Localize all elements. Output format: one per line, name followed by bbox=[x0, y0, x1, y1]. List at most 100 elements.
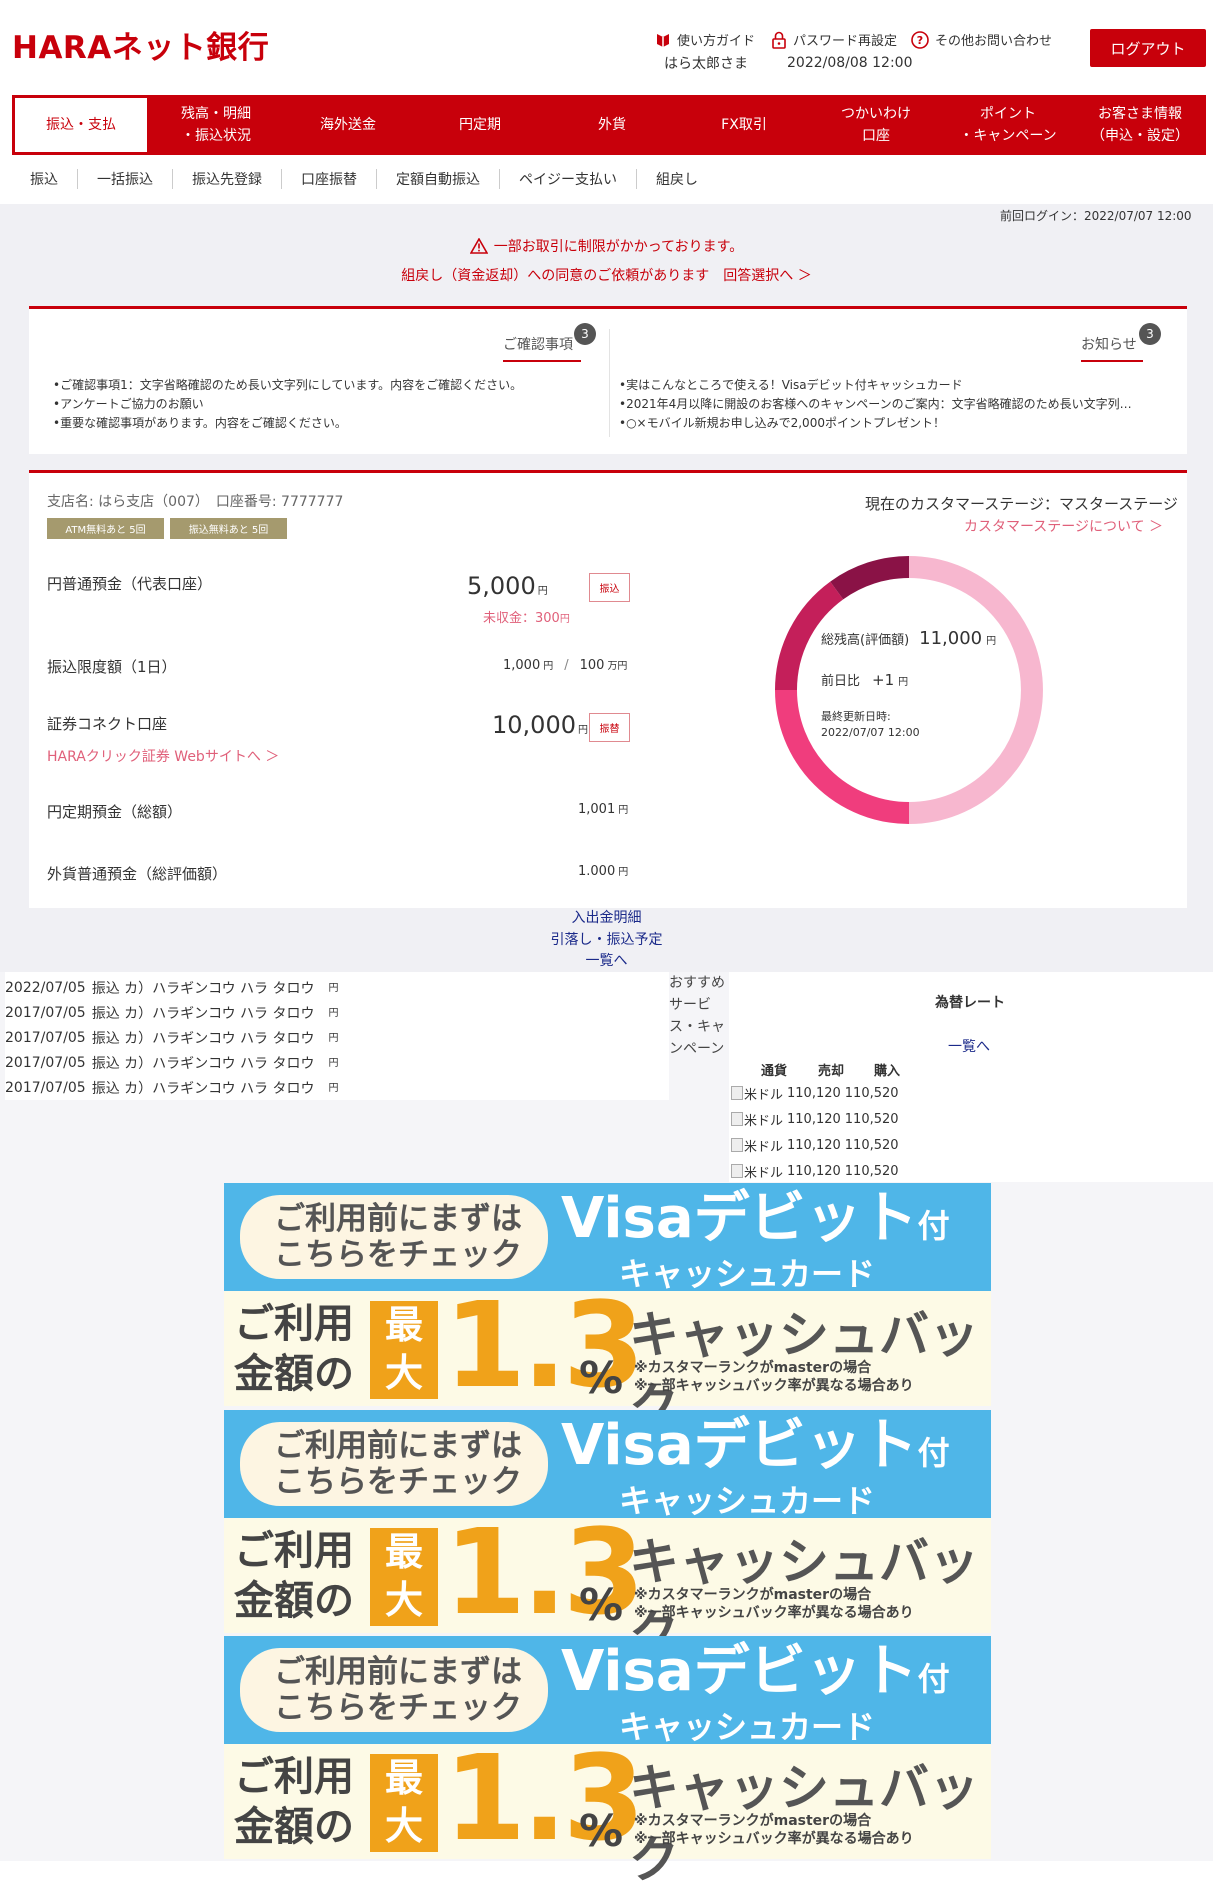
tab-transfer-payment[interactable]: 振込・支払 bbox=[12, 95, 150, 155]
confirm-item[interactable]: •重要な確認事項があります。内容をご確認ください。 bbox=[53, 414, 593, 433]
news-title: お知らせ bbox=[1081, 334, 1143, 362]
news-item[interactable]: •2021年4月以降に開設のお客様へのキャンペーンのご案内：文字省略確認のため長… bbox=[619, 395, 1174, 414]
transaction-row[interactable]: 2017/07/05 振込 カ）ハラギンコウ ハラ タロウ 円 bbox=[5, 1000, 669, 1025]
securities-transfer-button[interactable]: 振替 bbox=[589, 713, 630, 742]
news-item[interactable]: •○×モバイル新規お申し込みで2,000ポイントプレゼント！ bbox=[619, 414, 1174, 433]
tx-unit: 円 bbox=[328, 1008, 339, 1019]
contact-link[interactable]: ? その他お問い合わせ bbox=[911, 30, 1052, 49]
news-tab[interactable]: お知らせ bbox=[1081, 334, 1143, 362]
transaction-row[interactable]: 2017/07/05 振込 カ）ハラギンコウ ハラ タロウ 円 bbox=[5, 1075, 669, 1100]
customer-stage-link[interactable]: カスタマーステージについて ＞ bbox=[964, 516, 1163, 536]
visa-debit-banner[interactable]: ご利用前にまずは こちらをチェック Visaデビット付 キャッシュカード ご利用 金額… bbox=[224, 1410, 991, 1663]
yen-deposit-label: 円普通預金（代表口座） bbox=[47, 575, 213, 593]
fx-currency: 米ドル bbox=[744, 1113, 784, 1129]
banner-percent: % bbox=[579, 1580, 624, 1631]
fx-sell: 110,120 bbox=[787, 1163, 841, 1179]
securities-site-link[interactable]: HARAクリック証券 Webサイトへ ＞ bbox=[47, 746, 279, 766]
fx-title: 為替レート bbox=[935, 995, 1005, 1011]
yen-unit: 円 bbox=[986, 636, 997, 647]
banner-bottom: ご利用 金額の最 大 1.3% キャッシュバック ※カスタマーランクがmasterの場… bbox=[224, 1512, 991, 1663]
banner-check-pill: ご利用前にまずは こちらをチェック bbox=[240, 1422, 548, 1506]
news-item[interactable]: •実はこんなところで使える！Visaデビット付キャッシュカード bbox=[619, 376, 1174, 395]
tab-time-deposit[interactable]: 円定期 bbox=[414, 95, 546, 155]
banner-visa-title: Visaデビット付 bbox=[561, 1416, 950, 1483]
visa-debit-banner[interactable]: ご利用前にまずは こちらをチェック Visaデビット付 キャッシュカード ご利用 金額… bbox=[224, 1183, 991, 1436]
banner-bottom: ご利用 金額の最 大 1.3% キャッシュバック ※カスタマーランクがmasterの場… bbox=[224, 1285, 991, 1436]
transaction-row[interactable]: 2017/07/05 振込 カ）ハラギンコウ ハラ タロウ 円 bbox=[5, 1050, 669, 1075]
tab-overseas-remittance[interactable]: 海外送金 bbox=[282, 95, 414, 155]
fx-col-sell: 売却 bbox=[817, 1064, 844, 1079]
fx-list-link[interactable]: 一覧へ bbox=[948, 1036, 990, 1056]
main-nav: 振込・支払 残高・明細 ・振込状況 海外送金 円定期 外貨 FX取引 つかいわけ… bbox=[12, 95, 1206, 155]
transfer-button[interactable]: 振込 bbox=[589, 573, 630, 602]
flag-image-icon bbox=[731, 1086, 743, 1100]
banner-note-1: ※カスタマーランクがmasterの場合 bbox=[634, 1813, 872, 1829]
question-icon: ? bbox=[911, 30, 929, 49]
fx-buy: 110,520 bbox=[844, 1111, 899, 1127]
donut-updated-value: 2022/07/07 12:00 bbox=[821, 726, 920, 739]
logout-button[interactable]: ログアウト bbox=[1090, 29, 1206, 67]
tab-foreign-currency[interactable]: 外貨 bbox=[546, 95, 678, 155]
donut-total-value: 11,000 bbox=[919, 628, 983, 649]
fx-buy: 110,520 bbox=[844, 1163, 899, 1179]
fx-buy: 110,520 bbox=[844, 1085, 899, 1101]
transaction-row[interactable]: 2022/07/05 振込 カ）ハラギンコウ ハラ タロウ 円 bbox=[5, 975, 669, 1000]
guide-link[interactable]: 使い方ガイド bbox=[655, 30, 755, 49]
reversal-request-link[interactable]: 組戻し（資金返却）への同意のご依頼があります 回答選択へ ＞ bbox=[0, 265, 1213, 285]
subnav-auto-transfer[interactable]: 定額自動振込 bbox=[377, 169, 500, 189]
fx-currency: 米ドル bbox=[744, 1139, 784, 1155]
banner-visa-text: Visaデビット bbox=[561, 1186, 918, 1251]
donut-segment bbox=[830, 556, 910, 600]
list-link[interactable]: 一覧へ bbox=[0, 950, 1213, 972]
fx-currency: 米ドル bbox=[744, 1087, 784, 1103]
tx-date: 2017/07/05 bbox=[5, 1054, 86, 1071]
banner-percent: % bbox=[579, 1353, 624, 1404]
fx-col-currency: 通貨 bbox=[760, 1064, 787, 1079]
confirm-title: ご確認事項 bbox=[503, 334, 581, 362]
transaction-row[interactable]: 2017/07/05 振込 カ）ハラギンコウ ハラ タロウ 円 bbox=[5, 1025, 669, 1050]
banner-note-2: ※一部キャッシュバック率が異なる場合あり bbox=[634, 1831, 914, 1847]
subnav-account-transfer[interactable]: 口座振替 bbox=[282, 169, 377, 189]
fx-sell: 110,120 bbox=[787, 1137, 841, 1153]
donut-diff: 前日比 +1 円 bbox=[821, 670, 908, 689]
banner-top: ご利用前にまずは こちらをチェック Visaデビット付 キャッシュカード bbox=[224, 1410, 991, 1520]
donut-segment bbox=[908, 556, 1043, 824]
contact-label: その他お問い合わせ bbox=[935, 34, 1053, 49]
recommend-heading[interactable]: おすすめサービス・キャンペーン bbox=[669, 972, 729, 1060]
yen-unit: 円 bbox=[618, 867, 629, 878]
subnav-payee-register[interactable]: 振込先登録 bbox=[173, 169, 282, 189]
user-name: はら太郎さま bbox=[664, 56, 748, 72]
tab-fx[interactable]: FX取引 bbox=[678, 95, 810, 155]
time-deposit-balance: 1,001 円 bbox=[578, 801, 628, 817]
schedule-link[interactable]: 引落し・振込予定 bbox=[0, 929, 1213, 951]
tab-sub-accounts[interactable]: つかいわけ 口座 bbox=[810, 95, 942, 155]
tab-customer-info[interactable]: お客さま情報 （申込・設定） bbox=[1074, 95, 1206, 155]
fx-table-header: 通貨 売却 購入 bbox=[745, 1060, 945, 1079]
lock-icon bbox=[771, 31, 787, 49]
password-label: パスワード再設定 bbox=[793, 34, 898, 49]
current-datetime: 2022/08/08 12:00 bbox=[787, 55, 913, 71]
subnav-reversal[interactable]: 組戻し bbox=[637, 169, 717, 189]
subnav-bulk-transfer[interactable]: 一括振込 bbox=[78, 169, 173, 189]
confirm-item[interactable]: •ご確認事項1：文字省略確認のため長い文字列にしています。内容をご確認ください。 bbox=[53, 376, 593, 395]
subnav-transfer[interactable]: 振込 bbox=[12, 169, 78, 189]
banner-visa-text: Visaデビット bbox=[561, 1413, 918, 1478]
tab-points-campaign[interactable]: ポイント ・キャンペーン bbox=[942, 95, 1074, 155]
warning-icon bbox=[469, 237, 489, 258]
visa-debit-banner[interactable]: ご利用前にまずは こちらをチェック Visaデビット付 キャッシュカード ご利用 金額… bbox=[224, 1636, 991, 1889]
password-reset-link[interactable]: パスワード再設定 bbox=[771, 30, 897, 49]
subnav-payeasy[interactable]: ペイジー支払い bbox=[500, 169, 637, 189]
banner-cash-card: キャッシュカード bbox=[619, 1708, 876, 1746]
bank-logo[interactable]: HARAネット銀行 bbox=[12, 22, 269, 67]
flag-image-icon bbox=[731, 1112, 743, 1126]
tab-balance-statement[interactable]: 残高・明細 ・振込状況 bbox=[150, 95, 282, 155]
account-panel: 支店名: はら支店（007） 口座番号: 7777777 ATM無料あと 5回 … bbox=[29, 470, 1187, 908]
banner-max-badge: 最 大 bbox=[370, 1754, 438, 1852]
sub-nav: 振込 一括振込 振込先登録 口座振替 定額自動振込 ペイジー支払い 組戻し bbox=[12, 166, 717, 192]
fx-col-buy: 購入 bbox=[873, 1064, 900, 1079]
banner-usage-text: ご利用 金額の bbox=[234, 1754, 354, 1850]
last-login: 前回ログイン：2022/07/07 12:00 bbox=[1000, 209, 1192, 223]
banner-visa-title: Visaデビット付 bbox=[561, 1189, 950, 1256]
statement-link[interactable]: 入出金明細 bbox=[0, 907, 1213, 929]
confirm-item[interactable]: •アンケートご協力のお願い bbox=[53, 395, 593, 414]
